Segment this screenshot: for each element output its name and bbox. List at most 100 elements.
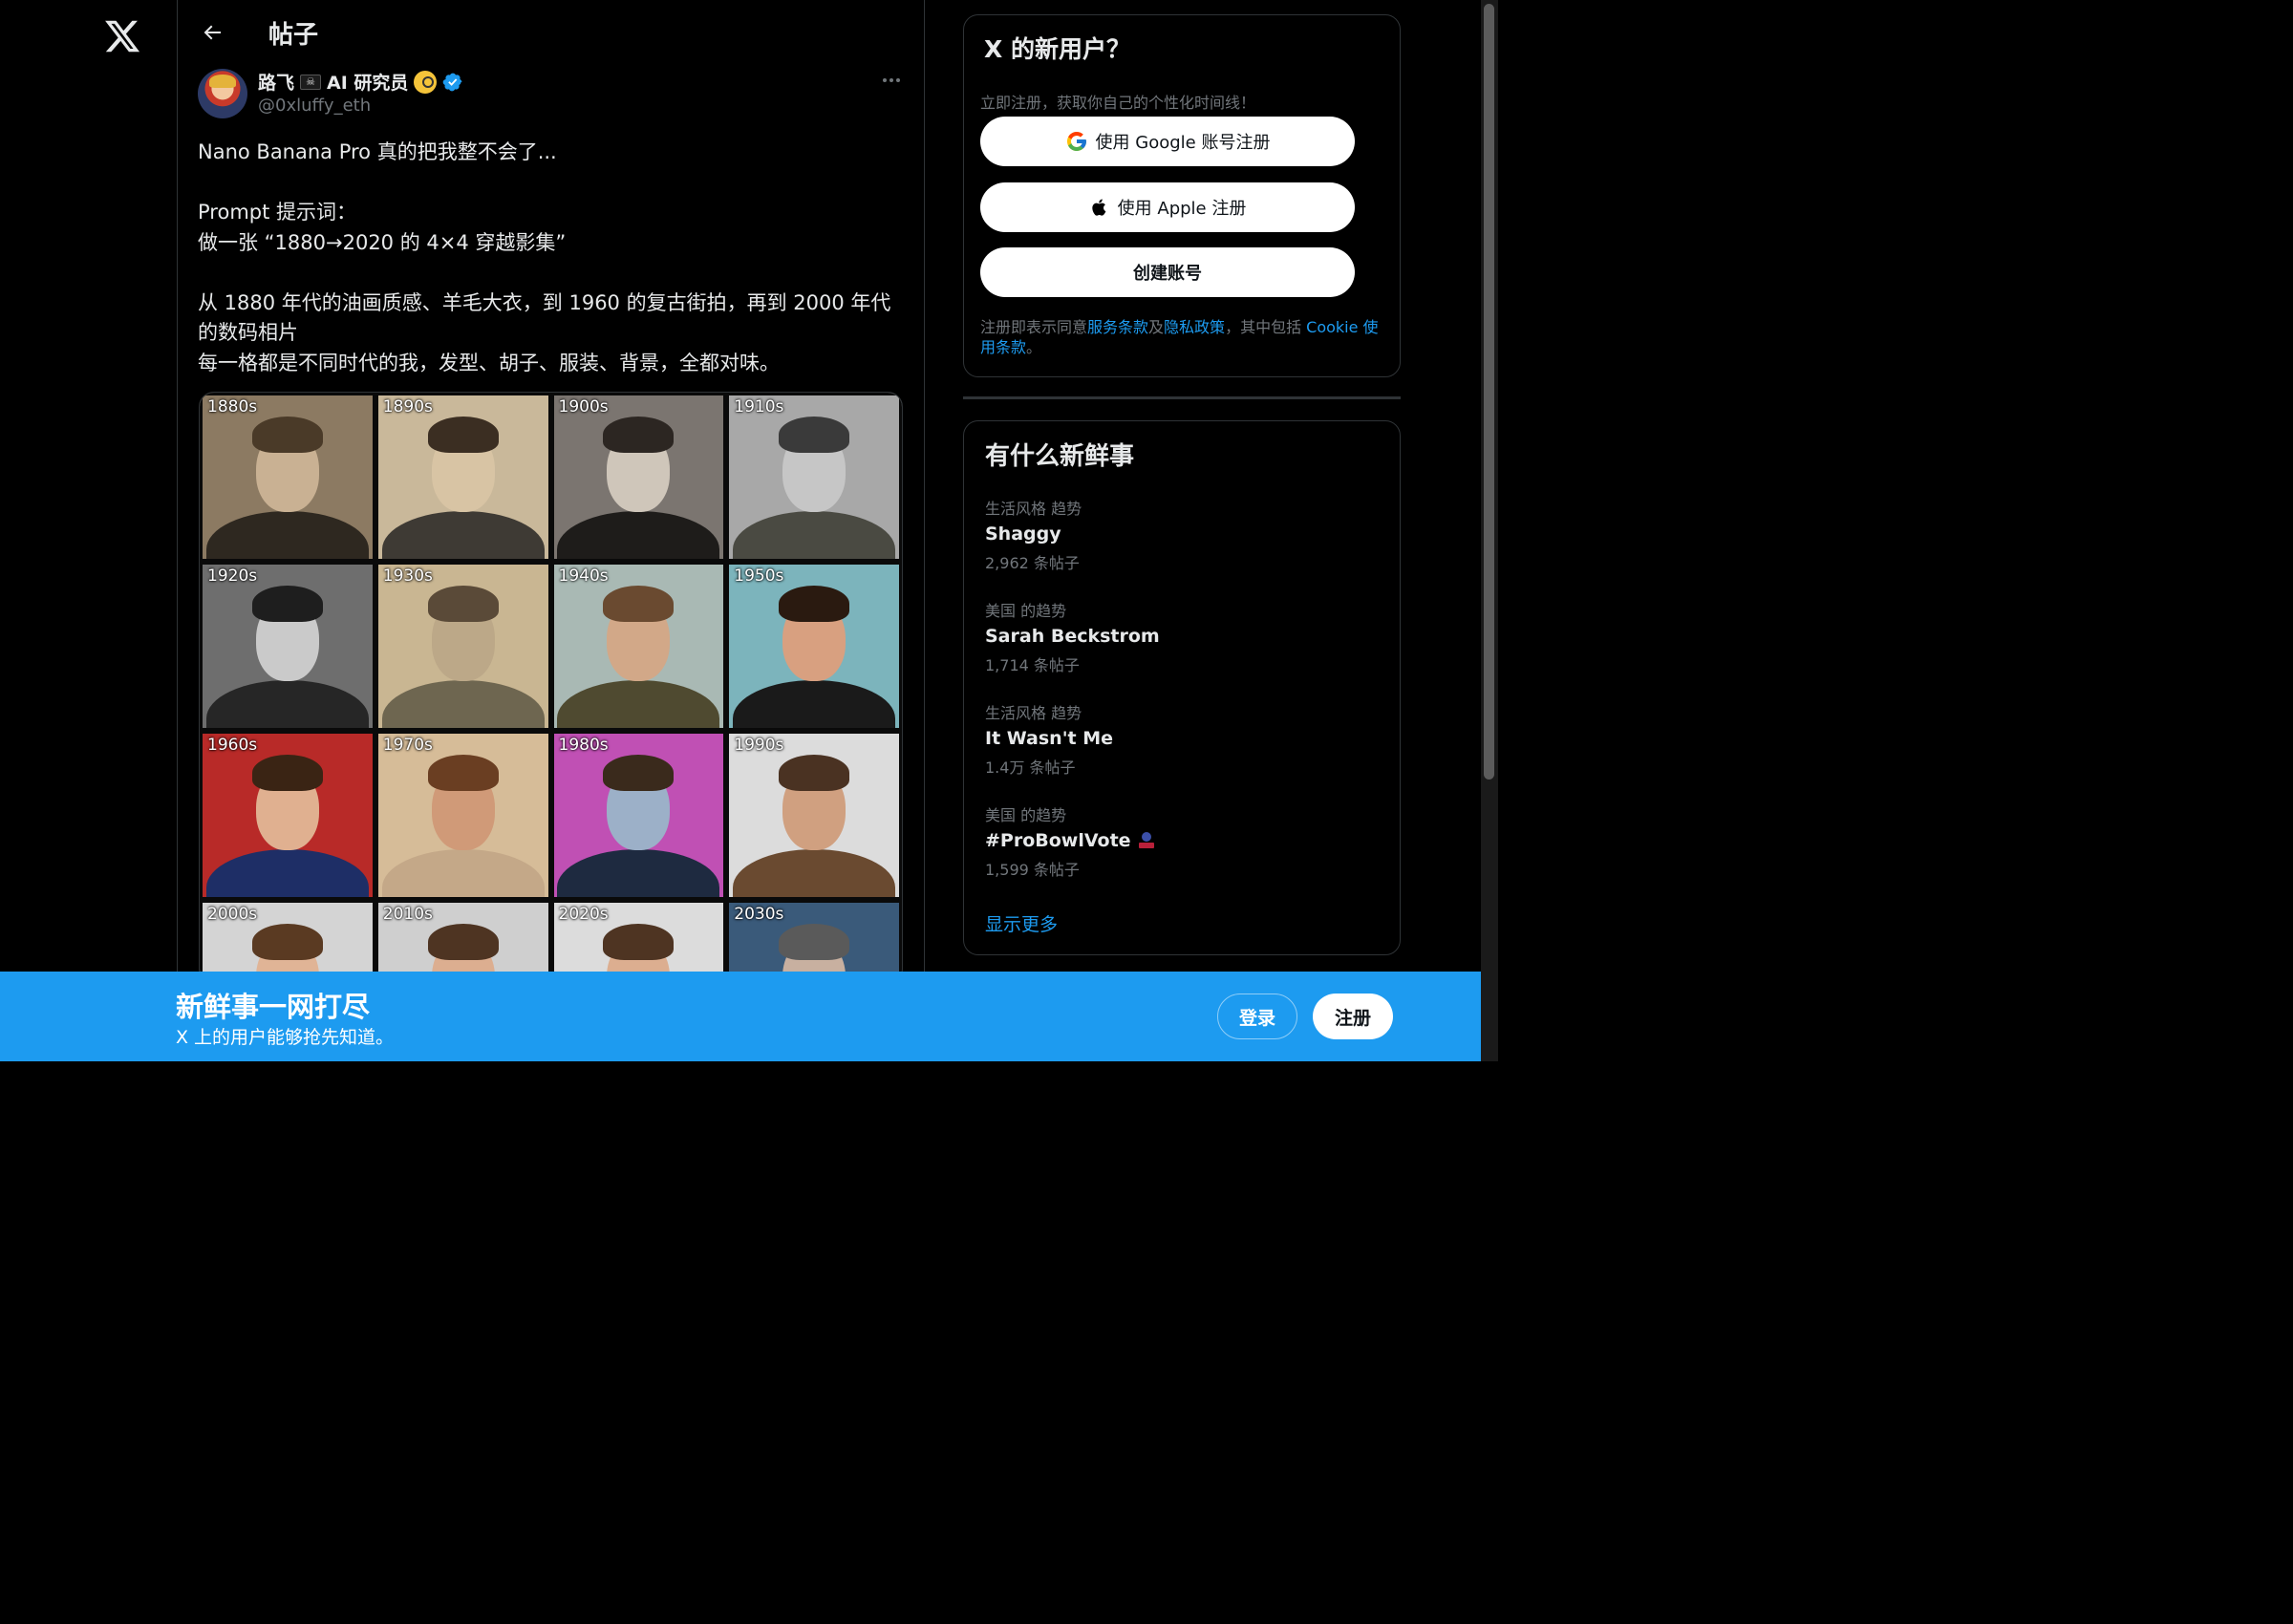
more-dot xyxy=(889,78,893,82)
trend-context: 生活风格 趋势 xyxy=(985,500,1082,518)
avatar[interactable] xyxy=(198,69,247,118)
photo-era-label: 1880s xyxy=(207,397,258,417)
photo-cell[interactable]: 1880s xyxy=(200,393,375,562)
arrow-left-icon xyxy=(204,25,221,40)
trend-name-text: #ProBowlVote xyxy=(985,830,1131,851)
photo-cell[interactable]: 1930s xyxy=(375,562,551,731)
photo-era-label: 1920s xyxy=(207,566,258,586)
photo-era-label: 1940s xyxy=(558,566,609,586)
more-options-button[interactable] xyxy=(878,71,905,90)
portrait-clothing xyxy=(205,680,369,728)
portrait-hair xyxy=(603,755,675,791)
trend-context: 生活风格 趋势 xyxy=(985,704,1082,722)
trend-count: 1.4万 条帖子 xyxy=(985,759,1076,777)
login-button[interactable]: 登录 xyxy=(1217,994,1297,1039)
photo-cell[interactable]: 1900s xyxy=(550,393,727,562)
portrait-hair xyxy=(427,417,499,453)
bottom-signup-banner: 新鲜事一网打尽 X 上的用户能够抢先知道。 登录 注册 xyxy=(0,972,1481,1061)
trend-item[interactable]: 生活风格 趋势 Shaggy 2,962 条帖子 xyxy=(985,496,1386,582)
google-signup-label: 使用 Google 账号注册 xyxy=(1095,133,1271,153)
photo-era-label: 1930s xyxy=(382,566,433,586)
portrait-clothing xyxy=(557,849,720,897)
x-logo-icon[interactable] xyxy=(103,17,141,55)
portrait-clothing xyxy=(733,680,896,728)
photo-cell[interactable]: 1910s xyxy=(726,393,902,562)
topbar: 帖子 xyxy=(178,0,924,65)
trend-context: 美国 的趋势 xyxy=(985,602,1067,620)
scrollbar[interactable] xyxy=(1481,0,1498,1061)
photo-era-label: 2020s xyxy=(558,905,609,924)
photo-era-label: 1990s xyxy=(734,736,784,755)
scrollbar-thumb[interactable] xyxy=(1484,4,1494,780)
photo-cell[interactable]: 1890s xyxy=(375,393,551,562)
apple-icon xyxy=(1091,199,1105,216)
photo-cell[interactable]: 1950s xyxy=(726,562,902,731)
portrait-clothing xyxy=(381,680,545,728)
portrait-clothing xyxy=(381,511,545,559)
show-more-link[interactable]: 显示更多 xyxy=(985,910,1058,936)
portrait-hair xyxy=(779,924,850,960)
portrait-hair xyxy=(603,417,675,453)
trend-name-text: Sarah Beckstrom xyxy=(985,626,1160,647)
back-button[interactable] xyxy=(197,17,227,48)
verified-badge-icon xyxy=(443,73,462,91)
portrait-clothing xyxy=(733,511,896,559)
portrait-hair xyxy=(251,417,323,453)
post-text: Nano Banana Pro 真的把我整不会了... Prompt 提示词： … xyxy=(198,140,891,374)
privacy-policy-link[interactable]: 隐私政策 xyxy=(1164,318,1225,336)
signup-title: X 的新用户？ xyxy=(984,35,1130,63)
signup-subtitle: 立即注册，获取你自己的个性化时间线！ xyxy=(980,94,1256,112)
portrait-hair xyxy=(779,417,850,453)
pirate-flag-icon: ☠ xyxy=(300,74,322,90)
trends-title: 有什么新鲜事 xyxy=(985,442,1135,471)
terms-prefix: 注册即表示同意 xyxy=(980,318,1088,336)
author-handle[interactable]: @0xluffy_eth xyxy=(258,96,371,116)
trend-count: 2,962 条帖子 xyxy=(985,554,1080,572)
trend-item[interactable]: 生活风格 趋势 It Wasn't Me 1.4万 条帖子 xyxy=(985,700,1386,786)
photo-era-label: 1910s xyxy=(734,397,784,417)
photo-cell[interactable]: 1980s xyxy=(550,731,727,900)
photo-era-label: 2000s xyxy=(207,905,258,924)
photo-cell[interactable]: 1990s xyxy=(726,731,902,900)
photo-era-label: 1970s xyxy=(382,736,433,755)
photo-cell[interactable]: 1970s xyxy=(375,731,551,900)
photo-cell[interactable]: 1940s xyxy=(550,562,727,731)
photo-cell[interactable]: 1920s xyxy=(200,562,375,731)
portrait-hair xyxy=(779,755,850,791)
trend-item[interactable]: 美国 的趋势 #ProBowlVote 1,599 条帖子 xyxy=(985,802,1386,888)
trend-name-text: Shaggy xyxy=(985,524,1061,545)
apple-signup-button[interactable]: 使用 Apple 注册 xyxy=(980,182,1355,232)
portrait-clothing xyxy=(733,849,896,897)
main-column: 帖子 路飞 ☠ AI 研究员 @0xluffy_eth Nano Banana … xyxy=(178,0,925,1061)
portrait-hair xyxy=(251,586,323,622)
photo-cell[interactable]: 1960s xyxy=(200,731,375,900)
trend-name: Sarah Beckstrom xyxy=(985,624,1386,649)
portrait-hair xyxy=(603,586,675,622)
portrait-hair xyxy=(427,755,499,791)
trend-name: #ProBowlVote xyxy=(985,828,1386,853)
trend-item[interactable]: 美国 的趋势 Sarah Beckstrom 1,714 条帖子 xyxy=(985,598,1386,684)
pro-bowl-games-icon xyxy=(1138,832,1154,848)
trend-count: 1,599 条帖子 xyxy=(985,861,1080,879)
portrait-hair xyxy=(251,755,323,791)
google-signup-button[interactable]: 使用 Google 账号注册 xyxy=(980,117,1355,166)
register-button[interactable]: 注册 xyxy=(1313,994,1393,1039)
portrait-clothing xyxy=(381,849,545,897)
terms-end: 。 xyxy=(1026,338,1042,356)
trend-name: Shaggy xyxy=(985,522,1386,546)
terms-mid: ，其中包括 xyxy=(1225,318,1307,336)
create-account-button[interactable]: 创建账号 xyxy=(980,247,1355,297)
author-name: 路飞 xyxy=(258,73,295,94)
more-dot xyxy=(896,78,900,82)
photo-era-label: 1900s xyxy=(558,397,609,417)
photo-era-label: 2010s xyxy=(382,905,433,924)
banner-subtitle: X 上的用户能够抢先知道。 xyxy=(176,1027,395,1048)
post-image-grid[interactable]: 1880s 1890s 1900s 1910s 1920s 1930s 1940s 1950s… xyxy=(199,392,903,984)
terms-text: 注册即表示同意服务条款及隐私政策，其中包括 Cookie 使用条款。 xyxy=(980,317,1386,357)
photo-era-label: 1980s xyxy=(558,736,609,755)
terms-of-service-link[interactable]: 服务条款 xyxy=(1087,318,1148,336)
google-icon xyxy=(1066,132,1086,151)
portrait-hair xyxy=(427,924,499,960)
portrait-hair xyxy=(779,586,850,622)
author-name-line[interactable]: 路飞 ☠ AI 研究员 xyxy=(258,69,463,95)
